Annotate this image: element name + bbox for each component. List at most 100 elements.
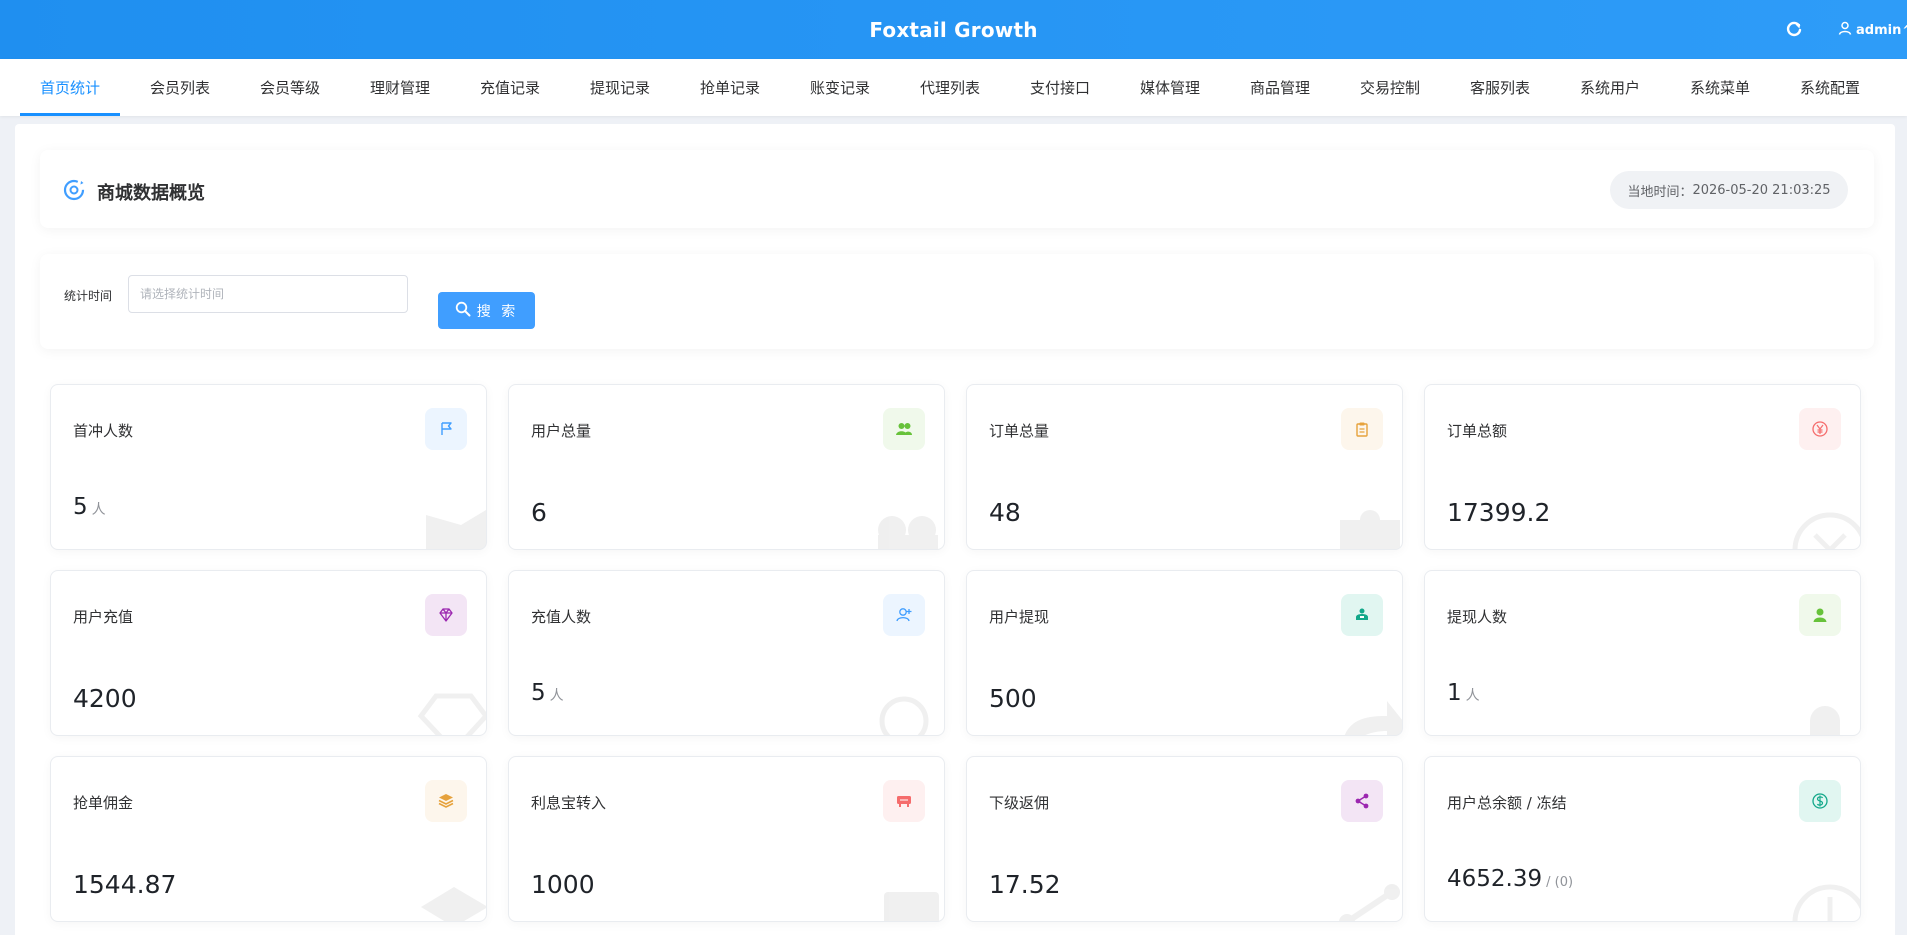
- stat-card: 用户充值 4200: [50, 570, 487, 736]
- stat-card: 下级返佣 17.52: [966, 756, 1403, 922]
- search-icon: [455, 301, 477, 321]
- nav-tab[interactable]: 抢单记录: [678, 59, 782, 116]
- card-watermark-icon: [874, 505, 944, 549]
- stat-value: 1544.87: [73, 870, 176, 899]
- nav-tab[interactable]: 系统配置: [1778, 59, 1882, 116]
- stat-value: 17399.2: [1447, 498, 1550, 527]
- stat-time-input[interactable]: [128, 275, 408, 313]
- stat-unit: 人: [549, 688, 564, 704]
- stat-card: 用户提现 500: [966, 570, 1403, 736]
- stat-card: 首冲人数 5 人: [50, 384, 487, 550]
- ticket-icon: [883, 780, 925, 822]
- nav-tab[interactable]: 会员等级: [238, 59, 342, 116]
- search-button[interactable]: 搜 索: [438, 292, 535, 329]
- share-icon: [1341, 780, 1383, 822]
- app-title: Foxtail Growth: [869, 18, 1038, 42]
- nav-tab[interactable]: 账变记录: [788, 59, 892, 116]
- stat-label: 充值人数: [531, 608, 592, 626]
- card-watermark-icon: [416, 691, 486, 735]
- local-time-value: 2026-05-20 21:03:25: [1692, 182, 1831, 198]
- stat-label: 用户提现: [989, 608, 1050, 626]
- stat-number: 17399.2: [1447, 498, 1551, 527]
- stat-card: 订单总额 17399.2: [1424, 384, 1861, 550]
- dollar-icon: [1799, 780, 1841, 822]
- stat-label: 用户充值: [73, 608, 134, 626]
- user-menu[interactable]: admin ^: [1838, 20, 1907, 40]
- stat-label: 用户总余额 / 冻结: [1447, 794, 1567, 812]
- stat-label: 利息宝转入: [531, 794, 607, 812]
- nav-tab[interactable]: 支付接口: [1008, 59, 1112, 116]
- chevron-up-icon: ^: [1902, 23, 1907, 37]
- card-watermark-icon: [1790, 691, 1860, 735]
- stat-value: 5人: [73, 494, 106, 520]
- clipboard-icon: [1341, 408, 1383, 450]
- main-nav: 首页统计 会员列表 会员等级 理财管理 充值记录 提现记录 抢单记录 账变记录 代理列表 支付接口…: [0, 59, 1907, 116]
- stat-card: 用户总量 6: [508, 384, 945, 550]
- stat-number: 4652.39: [1447, 866, 1543, 892]
- nav-tab[interactable]: 商品管理: [1228, 59, 1332, 116]
- flag-icon: [425, 408, 467, 450]
- nav-tab[interactable]: 交易控制: [1338, 59, 1442, 116]
- stat-number: 5: [531, 680, 546, 706]
- refresh-icon[interactable]: [1784, 19, 1804, 39]
- card-watermark-icon: [1332, 505, 1402, 549]
- card-watermark-icon: [1332, 691, 1402, 735]
- cash-icon: [1341, 594, 1383, 636]
- nav-tab[interactable]: 会员列表: [128, 59, 232, 116]
- card-watermark-icon: [1332, 877, 1402, 921]
- stat-value: 4652.39/ (0): [1447, 866, 1573, 892]
- layers-icon: [425, 780, 467, 822]
- nav-tab[interactable]: 理财管理: [348, 59, 452, 116]
- overview-header: 商城数据概览 当地时间： 2026-05-20 21:03:25: [40, 150, 1874, 228]
- stat-label: 下级返佣: [989, 794, 1050, 812]
- card-watermark-icon: [416, 877, 486, 921]
- card-watermark-icon: [416, 505, 486, 549]
- stat-label: 首冲人数: [73, 422, 134, 440]
- username: admin: [1856, 22, 1902, 38]
- nav-tab[interactable]: 客服列表: [1448, 59, 1552, 116]
- stat-card: 订单总量 48: [966, 384, 1403, 550]
- stat-card: 提现人数 1 人: [1424, 570, 1861, 736]
- stat-time-label: 统计时间: [64, 289, 113, 303]
- user-icon: [1838, 21, 1856, 39]
- stat-unit: 人: [1465, 688, 1480, 704]
- users-icon: [883, 408, 925, 450]
- stat-value: 6: [531, 498, 547, 527]
- yen-icon: [1799, 408, 1841, 450]
- card-watermark-icon: [874, 691, 944, 735]
- nav-tab[interactable]: 充值记录: [458, 59, 562, 116]
- stat-number: 6: [531, 498, 547, 527]
- stat-number: 4200: [73, 684, 137, 713]
- nav-tab[interactable]: 系统菜单: [1668, 59, 1772, 116]
- user-icon: [1799, 594, 1841, 636]
- stat-number: 1544.87: [73, 870, 177, 899]
- nav-tab[interactable]: 提现记录: [568, 59, 672, 116]
- stat-number: 5: [73, 494, 88, 520]
- top-bar: Foxtail Growth admin ^: [0, 0, 1907, 59]
- card-watermark-icon: [1790, 505, 1860, 549]
- stat-number: 1000: [531, 870, 595, 899]
- stat-card: 抢单佣金 1544.87: [50, 756, 487, 922]
- card-watermark-icon: [1790, 877, 1860, 921]
- nav-tab[interactable]: 媒体管理: [1118, 59, 1222, 116]
- user-plus-icon: [883, 594, 925, 636]
- stat-number: 48: [989, 498, 1021, 527]
- stat-unit: 人: [91, 502, 106, 518]
- stat-card: 利息宝转入 1000: [508, 756, 945, 922]
- stat-label: 抢单佣金: [73, 794, 134, 812]
- search-panel: 统计时间 搜 索: [40, 254, 1874, 349]
- stat-label: 用户总量: [531, 422, 592, 440]
- nav-tab[interactable]: 代理列表: [898, 59, 1002, 116]
- stat-value: 4200: [73, 684, 137, 713]
- stat-number: 500: [989, 684, 1037, 713]
- stat-value: 17.52: [989, 870, 1061, 899]
- stat-value: 5人: [531, 680, 564, 706]
- nav-tab[interactable]: 首页统计: [20, 59, 120, 116]
- stat-card: 充值人数 5 人: [508, 570, 945, 736]
- card-watermark-icon: [874, 877, 944, 921]
- diamond-icon: [425, 594, 467, 636]
- local-time-label: 当地时间：: [1627, 184, 1693, 200]
- nav-tab[interactable]: 系统用户: [1558, 59, 1662, 116]
- stat-value: 1人: [1447, 680, 1480, 706]
- page-title: 商城数据概览: [97, 183, 205, 204]
